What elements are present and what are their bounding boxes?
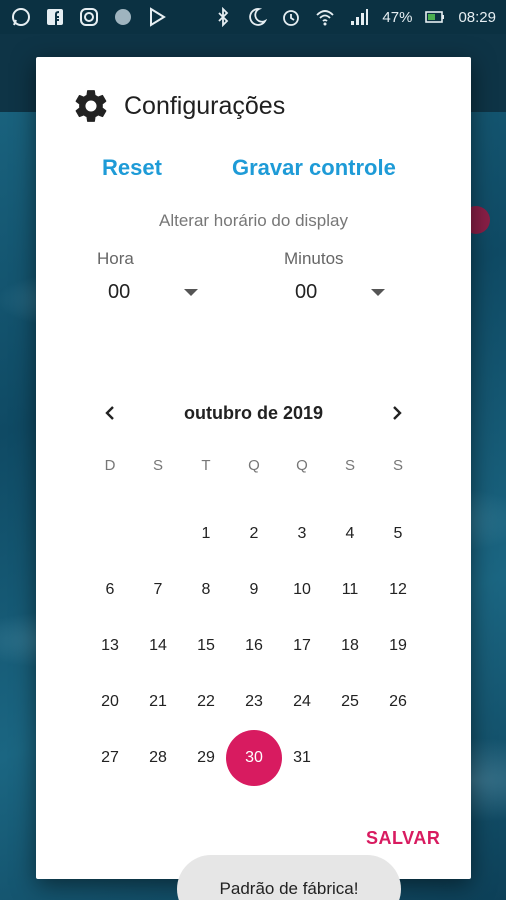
calendar-day[interactable]: 12: [374, 566, 422, 614]
wifi-icon: [314, 6, 336, 28]
calendar-day[interactable]: 7: [134, 566, 182, 614]
calendar-day[interactable]: 1: [182, 510, 230, 558]
whatsapp-icon: [10, 6, 32, 28]
night-mode-icon: [246, 6, 268, 28]
calendar-day[interactable]: 19: [374, 622, 422, 670]
weekday-label: D: [104, 456, 116, 474]
minutes-label: Minutos: [284, 249, 344, 268]
minutes-spinner[interactable]: 00: [295, 277, 399, 307]
weekday-label: S: [392, 456, 403, 474]
calendar-day[interactable]: 11: [326, 566, 374, 614]
bluetooth-icon: [212, 6, 234, 28]
calendar-day[interactable]: 24: [278, 678, 326, 726]
toast-message: Padrão de fábrica!: [177, 855, 401, 900]
dropdown-arrow-icon: [184, 288, 198, 296]
calendar-week-row: 27 28 29 30 31: [86, 730, 422, 786]
calendar-day-selected[interactable]: 30: [226, 730, 282, 786]
calendar-day[interactable]: 9: [230, 566, 278, 614]
dropdown-arrow-icon: [371, 288, 385, 296]
calendar-day[interactable]: 23: [230, 678, 278, 726]
hour-label: Hora: [97, 249, 134, 268]
display-time-label: Alterar horário do display: [159, 211, 348, 230]
calendar-day[interactable]: 18: [326, 622, 374, 670]
calendar-week-row: 12345: [86, 506, 422, 562]
dialog-header: Configurações: [72, 87, 285, 125]
calendar-day[interactable]: 20: [86, 678, 134, 726]
weekday-label: Q: [248, 456, 260, 474]
weekday-label: S: [152, 456, 163, 474]
weekday-label: S: [344, 456, 355, 474]
signal-icon: [348, 6, 370, 28]
calendar-day[interactable]: 14: [134, 622, 182, 670]
record-control-button[interactable]: Gravar controle: [232, 155, 396, 181]
calendar-grid: D S T Q Q S S 1 2 3 4 5 6 7 8 9 10 11 12 13 14 15 16 17 1…: [86, 450, 422, 786]
calendar-day[interactable]: 21: [134, 678, 182, 726]
alarm-icon: [280, 6, 302, 28]
toast-text: Padrão de fábrica!: [219, 879, 359, 898]
calendar-day[interactable]: 15: [182, 622, 230, 670]
battery-charging-icon: [424, 6, 446, 28]
calendar-day[interactable]: 2: [230, 510, 278, 558]
calendar-week-row: 6 7 8 9 10 11 12: [86, 562, 422, 618]
calendar-day[interactable]: 29: [182, 734, 230, 782]
weekday-label: T: [201, 456, 211, 474]
calendar-day[interactable]: 4: [326, 510, 374, 558]
calendar-day[interactable]: 27: [86, 734, 134, 782]
dialog-title: Configurações: [124, 91, 286, 120]
calendar-day[interactable]: 6: [86, 566, 134, 614]
facebook-icon: [44, 6, 66, 28]
save-button[interactable]: SALVAR: [366, 828, 440, 849]
weekday-label: Q: [296, 456, 308, 474]
calendar-day[interactable]: 22: [182, 678, 230, 726]
play-store-icon: [146, 6, 168, 28]
chevron-right-icon: [393, 406, 402, 420]
clock-time: 08:29: [458, 8, 496, 26]
status-bar: 47% 08:29: [0, 0, 506, 34]
battery-percent: 47%: [382, 8, 413, 26]
hour-spinner[interactable]: 00: [108, 277, 212, 307]
minutes-value: 00: [295, 280, 318, 303]
calendar-day[interactable]: 25: [326, 678, 374, 726]
calendar-day[interactable]: 3: [278, 510, 326, 558]
calendar-day[interactable]: 5: [374, 510, 422, 558]
circle-app-icon: [112, 6, 134, 28]
gear-icon: [75, 90, 107, 122]
calendar-week-row: 20 21 22 23 24 25 26: [86, 674, 422, 730]
calendar-week-row: 13 14 15 16 17 18 19: [86, 618, 422, 674]
calendar-day[interactable]: 28: [134, 734, 182, 782]
calendar-day[interactable]: 17: [278, 622, 326, 670]
instagram-icon: [78, 6, 100, 28]
calendar-navigation: outubro de 2019: [36, 397, 471, 429]
calendar-day[interactable]: 10: [278, 566, 326, 614]
next-month-button[interactable]: [381, 397, 413, 429]
calendar-day[interactable]: 31: [278, 734, 326, 782]
settings-dialog: Configurações Reset Gravar controle Alte…: [36, 57, 471, 900]
calendar-day[interactable]: 13: [86, 622, 134, 670]
calendar-day[interactable]: 16: [230, 622, 278, 670]
reset-button[interactable]: Reset: [102, 155, 162, 181]
calendar-day[interactable]: 8: [182, 566, 230, 614]
weekday-header: D S T Q Q S S: [86, 450, 422, 480]
calendar-day[interactable]: 26: [374, 678, 422, 726]
hour-value: 00: [108, 280, 131, 303]
